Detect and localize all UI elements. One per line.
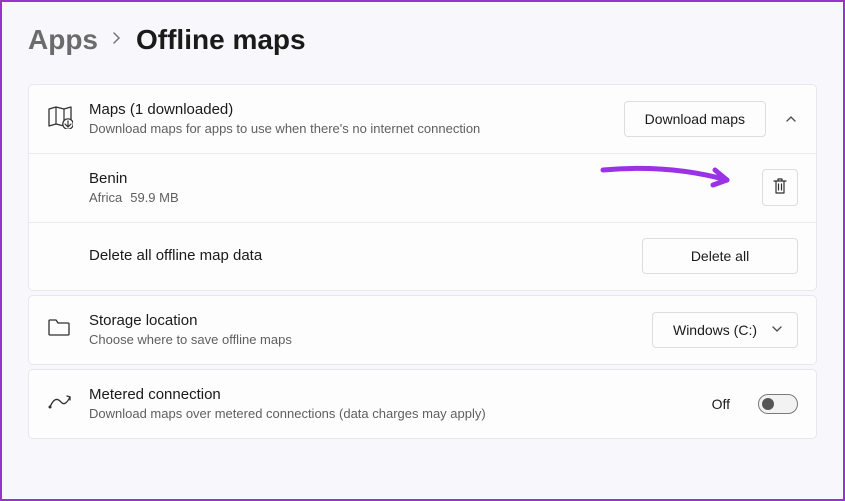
breadcrumb-parent[interactable]: Apps [28,24,98,56]
maps-header-row[interactable]: Maps (1 downloaded) Download maps for ap… [29,85,816,153]
toggle-knob [762,398,774,410]
download-maps-button[interactable]: Download maps [624,101,766,137]
metered-subtitle: Download maps over metered connections (… [89,405,712,423]
chevron-up-icon[interactable] [784,112,798,126]
map-item-name: Benin [89,169,762,189]
storage-panel: Storage location Choose where to save of… [28,295,817,365]
delete-all-title: Delete all offline map data [89,246,642,266]
storage-title: Storage location [89,311,652,331]
metered-panel: Metered connection Download maps over me… [28,369,817,439]
folder-icon [47,317,71,342]
delete-map-button[interactable] [762,169,798,206]
chevron-down-icon [771,322,783,338]
toggle-state-label: Off [712,396,730,412]
page-title: Offline maps [136,24,306,56]
maps-subtitle: Download maps for apps to use when there… [89,120,624,138]
delete-all-row: Delete all offline map data Delete all [29,222,816,290]
metered-toggle[interactable] [758,394,798,414]
map-item-row: Benin Africa59.9 MB [29,153,816,222]
storage-select-value: Windows (C:) [673,322,757,338]
maps-panel: Maps (1 downloaded) Download maps for ap… [28,84,817,291]
maps-title: Maps (1 downloaded) [89,100,624,120]
storage-subtitle: Choose where to save offline maps [89,331,652,349]
delete-all-button[interactable]: Delete all [642,238,798,274]
metered-row[interactable]: Metered connection Download maps over me… [29,370,816,438]
storage-select[interactable]: Windows (C:) [652,312,798,348]
metered-title: Metered connection [89,385,712,405]
breadcrumb: Apps Offline maps [28,24,817,56]
map-icon [47,105,73,134]
chevron-right-icon [112,31,122,50]
map-item-meta: Africa59.9 MB [89,189,762,207]
metered-icon [47,391,73,416]
trash-icon [772,182,788,198]
storage-row[interactable]: Storage location Choose where to save of… [29,296,816,364]
